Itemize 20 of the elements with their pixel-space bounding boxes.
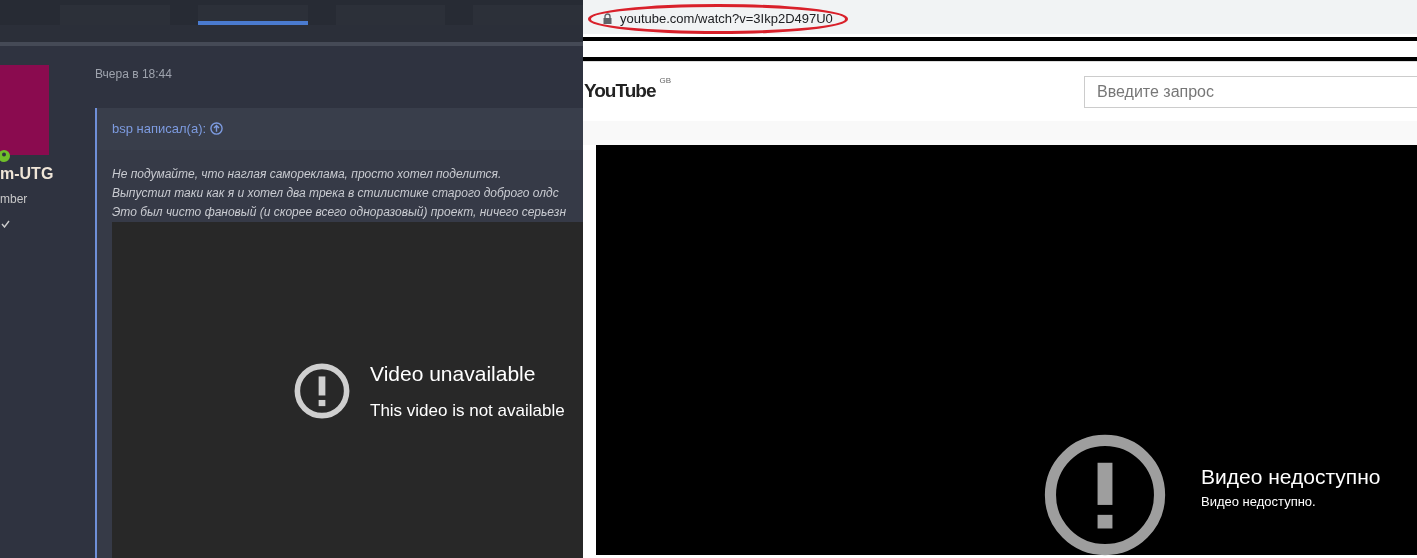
user-name[interactable]: m-UTG xyxy=(0,162,95,186)
search-field[interactable]: Введите запрос xyxy=(1084,75,1417,108)
lock-icon xyxy=(603,13,612,25)
video-error-message: This video is not available xyxy=(370,399,565,422)
nav-tab[interactable] xyxy=(197,5,308,25)
post-timestamp: Вчера в 18:44 xyxy=(95,66,173,83)
video-error-title: Видео недоступно xyxy=(1201,463,1381,490)
quote-author-link[interactable]: bsp написал(а): xyxy=(112,119,207,139)
youtube-logo[interactable]: YouTube xyxy=(584,77,656,106)
alert-icon xyxy=(294,362,350,419)
quote-text-line: Выпустил таки как я и хотел два трека в стилистике старого доброго олдс xyxy=(112,184,560,202)
url-text[interactable]: youtube.com/watch?v=3Ikp2D497U0 xyxy=(620,9,833,29)
video-error-title: Video unavailable xyxy=(370,361,537,387)
user-role: mber xyxy=(0,191,29,208)
arrow-up-icon[interactable] xyxy=(210,122,224,136)
quote-text-line: Не подумайте, что наглая самореклама, просто хотел поделится. xyxy=(112,165,503,183)
video-error-message: Видео недоступно. xyxy=(1201,493,1317,511)
alert-icon xyxy=(1043,433,1167,557)
quote-text-line: Это был чисто фановый (и скорее всего одноразовый) проект, ничего серьезн xyxy=(112,203,568,221)
region-label: GB xyxy=(659,75,671,88)
